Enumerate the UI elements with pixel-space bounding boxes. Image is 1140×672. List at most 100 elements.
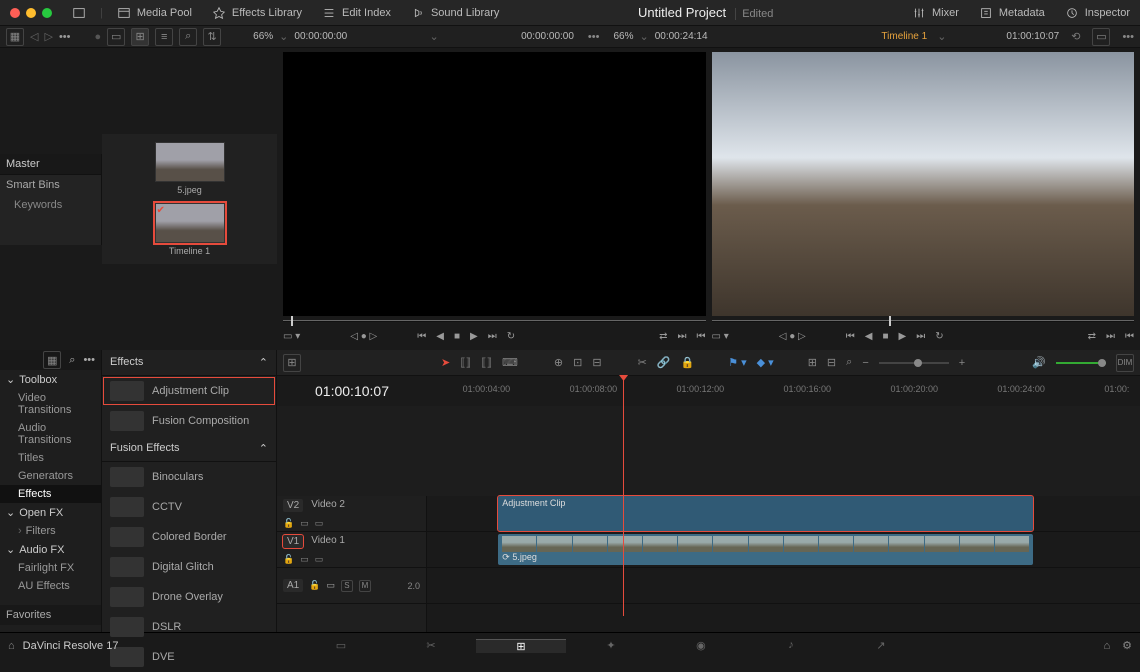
keyboard-icon[interactable]: ⌨ (502, 356, 518, 369)
lock-icon[interactable]: 🔓 (283, 554, 294, 565)
sound-library-button[interactable]: Sound Library (405, 2, 506, 24)
fullscreen-icon[interactable] (66, 2, 92, 24)
sort-icon[interactable]: ⇅ (203, 28, 221, 46)
prev-mark-icon[interactable]: ◁ ● ▷ (779, 331, 806, 342)
lock-icon[interactable]: 🔓 (283, 518, 294, 529)
last-frame-icon[interactable]: ⏭ (916, 331, 925, 342)
effect-item[interactable]: Digital Glitch (102, 552, 276, 582)
tree-item[interactable]: Generators (0, 467, 101, 485)
source-scrubber[interactable] (283, 316, 706, 326)
edit-index-button[interactable]: Edit Index (316, 2, 397, 24)
keywords-bin[interactable]: Keywords (0, 195, 101, 215)
blade-tool-icon[interactable]: ⟦⟧ (481, 356, 492, 369)
audio-icon[interactable]: 🔊 (1032, 356, 1046, 369)
tree-item[interactable]: Video Transitions (0, 389, 101, 419)
zoom-minus-icon[interactable]: − (862, 357, 868, 369)
stop-icon[interactable]: ■ (454, 331, 460, 342)
link-icon[interactable]: ⟲ (1071, 30, 1080, 43)
loop-icon[interactable]: ↻ (935, 331, 943, 342)
effect-item[interactable]: Adjustment Clip (102, 376, 276, 406)
metadata-button[interactable]: Metadata (973, 2, 1051, 24)
media-thumb[interactable]: 5.jpeg (155, 142, 225, 195)
list-icon[interactable]: ▭ (107, 28, 125, 46)
first-frame-icon[interactable]: ⏮ (846, 331, 855, 342)
eye-icon[interactable]: ▭ (300, 518, 309, 529)
lock-icon[interactable]: 🔓 (309, 580, 320, 591)
grid-icon[interactable]: ⊞ (131, 28, 149, 46)
window-controls[interactable] (10, 8, 52, 18)
effect-item[interactable]: Binoculars (102, 462, 276, 492)
timeline-options-icon[interactable]: ⊞ (283, 354, 301, 372)
in-icon[interactable]: ⏭ (678, 331, 687, 342)
more-icon[interactable]: ••• (588, 31, 600, 43)
track-header-a1[interactable]: A1 🔓 ▭ S M 2.0 (277, 568, 426, 604)
search-icon[interactable]: ⌕ (179, 28, 197, 46)
loop-icon[interactable]: ↻ (507, 331, 515, 342)
timeline-name[interactable]: Timeline 1 (881, 31, 927, 42)
audiofx-header[interactable]: ⌄Audio FX (0, 540, 101, 559)
inspector-button[interactable]: Inspector (1059, 2, 1136, 24)
blade-icon[interactable]: ✂ (638, 356, 647, 369)
effect-item[interactable]: DSLR (102, 612, 276, 642)
flag-icon[interactable]: ⚑ ▾ (728, 356, 746, 369)
toolbox-header[interactable]: ⌄Toolbox (0, 370, 101, 389)
more-icon[interactable]: ••• (83, 354, 95, 366)
openfx-header[interactable]: ⌄Open FX (0, 503, 101, 522)
effects-library-button[interactable]: Effects Library (206, 2, 308, 24)
viewer-mode-icon[interactable]: ▭ ▾ (283, 331, 300, 342)
marker-icon[interactable]: ◆ ▾ (757, 356, 774, 369)
tree-item[interactable]: Titles (0, 449, 101, 467)
last-frame-icon[interactable]: ⏭ (488, 331, 497, 342)
project-icon[interactable]: ⌂ (1103, 640, 1110, 652)
prev-frame-icon[interactable]: ◀ (865, 331, 873, 342)
program-viewer-image[interactable] (712, 52, 1135, 316)
media-pool-button[interactable]: Media Pool (111, 2, 198, 24)
overwrite-icon[interactable]: ⊡ (573, 356, 582, 369)
mute-icon[interactable]: ▭ (315, 518, 324, 529)
effect-item[interactable]: Drone Overlay (102, 582, 276, 612)
tab-edit[interactable]: ⊞ (476, 639, 566, 653)
clip-adjustment[interactable]: Adjustment Clip (498, 496, 1033, 531)
insert-icon[interactable]: ⊕ (554, 356, 563, 369)
snap-icon[interactable]: ⊞ (808, 356, 817, 369)
zoom-left[interactable]: 66% (253, 31, 273, 42)
more-icon[interactable]: ••• (1122, 31, 1134, 43)
timeline-ruler[interactable]: 01:00:04:00 01:00:08:00 01:00:12:00 01:0… (427, 376, 1140, 406)
zoom-out-icon[interactable]: ⊟ (827, 356, 836, 369)
zoom-fit-icon[interactable]: ⌕ (846, 356, 852, 369)
tab-fairlight[interactable]: ♪ (746, 639, 836, 653)
tree-item[interactable]: ›Filters (0, 522, 101, 540)
mixer-button[interactable]: Mixer (906, 2, 965, 24)
tab-fusion[interactable]: ✦ (566, 639, 656, 653)
effect-item[interactable]: Colored Border (102, 522, 276, 552)
tab-color[interactable]: ◉ (656, 639, 746, 653)
mute-icon[interactable]: ▭ (315, 554, 324, 565)
prev-mark-icon[interactable]: ◁ ● ▷ (350, 331, 377, 342)
lock-icon[interactable]: 🔒 (681, 356, 695, 369)
program-scrubber[interactable] (712, 316, 1135, 326)
match-frame-icon[interactable]: ⇄ (1088, 331, 1096, 342)
play-icon[interactable]: ▶ (470, 331, 478, 342)
eye-icon[interactable]: ▭ (300, 554, 309, 565)
play-icon[interactable]: ▶ (898, 331, 906, 342)
solo-button[interactable]: S (341, 580, 353, 592)
out-icon[interactable]: ⏮ (1125, 331, 1134, 342)
tab-media[interactable]: ▭ (296, 639, 386, 653)
first-frame-icon[interactable]: ⏮ (417, 331, 426, 342)
box-icon[interactable]: ▭ (326, 580, 335, 591)
layout-icon[interactable]: ▦ (6, 28, 24, 46)
trim-tool-icon[interactable]: ⟦⟧ (460, 356, 471, 369)
in-icon[interactable]: ⏭ (1106, 331, 1115, 342)
arrow-tool-icon[interactable]: ➤ (441, 356, 450, 369)
effect-item[interactable]: CCTV (102, 492, 276, 522)
tree-item[interactable]: Audio Transitions (0, 419, 101, 449)
playhead[interactable] (623, 376, 624, 616)
more-icon[interactable]: ••• (59, 31, 71, 43)
dim-button[interactable]: DIM (1116, 354, 1134, 372)
track-header-v1[interactable]: V1Video 1 🔓▭▭ (277, 532, 426, 568)
zoom-right[interactable]: 66% (613, 31, 633, 42)
settings-icon[interactable]: ⚙ (1122, 639, 1132, 652)
zoom-plus-icon[interactable]: + (959, 357, 965, 369)
effect-item[interactable]: Fusion Composition (102, 406, 276, 436)
zoom-slider[interactable] (879, 362, 949, 364)
